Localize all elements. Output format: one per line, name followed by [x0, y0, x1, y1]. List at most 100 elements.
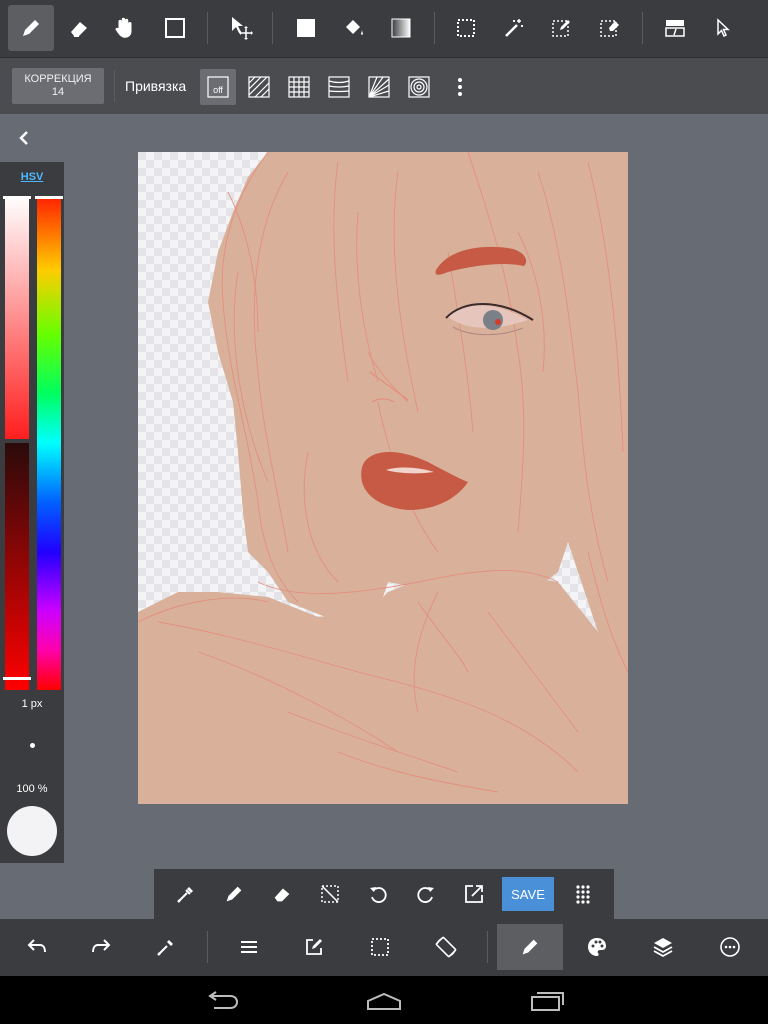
palette-icon: [588, 938, 606, 956]
quick-eraser-button[interactable]: [262, 874, 302, 914]
move-icon: [232, 17, 253, 40]
menu-button[interactable]: [226, 924, 272, 970]
drawing-canvas[interactable]: [138, 152, 628, 804]
snap-radial-button[interactable]: [361, 69, 397, 105]
nav-home-button[interactable]: [360, 986, 408, 1016]
eraser-icon: [274, 888, 290, 902]
undo-icon: [27, 939, 46, 953]
snap-curve-button[interactable]: [321, 69, 357, 105]
fill-rect-tool-button[interactable]: [283, 5, 329, 51]
export-button[interactable]: [454, 874, 494, 914]
saturation-slider[interactable]: [3, 196, 31, 439]
quick-more-button[interactable]: [563, 874, 603, 914]
snap-grid-button[interactable]: [281, 69, 317, 105]
redo-button[interactable]: [78, 924, 124, 970]
eyedropper-icon: [177, 887, 193, 903]
bottom-toolbar: [0, 919, 768, 976]
hsv-tab[interactable]: HSV: [0, 171, 64, 183]
menu-icon: [241, 941, 257, 953]
magic-wand-tool-button[interactable]: [491, 5, 537, 51]
bucket-tool-button[interactable]: [330, 5, 376, 51]
select-pen-tool-button[interactable]: [539, 5, 585, 51]
toolbar-separator: [487, 931, 488, 963]
select-eraser-icon: [600, 20, 619, 37]
settings-button[interactable]: [707, 924, 753, 970]
shape-tool-button[interactable]: [152, 5, 198, 51]
eraser-tool-button[interactable]: [56, 5, 102, 51]
layer-panel-tool-button[interactable]: [652, 5, 698, 51]
artwork[interactable]: [138, 152, 628, 804]
quick-eyedropper-button[interactable]: [166, 874, 206, 914]
pen-tool-button[interactable]: [8, 5, 54, 51]
rotate-screen-button[interactable]: [423, 924, 469, 970]
square-outline-icon: [165, 18, 185, 38]
deselect-icon: [321, 885, 339, 903]
correction-value: 14: [51, 86, 65, 98]
layers-button[interactable]: [640, 924, 686, 970]
select-pen-icon: [552, 20, 570, 37]
brush-size-label: 1 px: [21, 698, 43, 710]
select-eraser-tool-button[interactable]: [587, 5, 633, 51]
eyedropper-button[interactable]: [143, 924, 189, 970]
undo-button[interactable]: [14, 924, 60, 970]
hue-slider[interactable]: [35, 196, 63, 690]
toolbar-separator: [434, 12, 435, 44]
snap-label: Привязка: [125, 78, 187, 94]
snap-parallel-button[interactable]: [241, 69, 277, 105]
snap-circle-button[interactable]: [401, 69, 437, 105]
hand-icon: [115, 17, 132, 38]
color-panel: HSV 1 px 100 %: [0, 162, 64, 863]
move-tool-button[interactable]: [218, 5, 264, 51]
edit-button[interactable]: [291, 924, 337, 970]
rect-select-tool-button[interactable]: [443, 5, 489, 51]
deselect-button[interactable]: [310, 874, 350, 914]
collapse-panel-button[interactable]: [14, 128, 34, 148]
redo-icon: [92, 939, 111, 953]
selection-icon: [371, 938, 389, 956]
hue-handle[interactable]: [35, 196, 63, 199]
bucket-icon: [346, 20, 363, 35]
snap-radial-icon: [368, 76, 390, 98]
toolbar-separator: [642, 12, 643, 44]
value-slider[interactable]: [3, 443, 31, 690]
palette-button[interactable]: [574, 924, 620, 970]
main-toolbar: [0, 0, 768, 57]
brush-size-preview: [30, 743, 35, 748]
quick-pen-button[interactable]: [214, 874, 254, 914]
quick-toolbar: SAVE: [154, 869, 614, 919]
pen-icon: [226, 886, 242, 902]
rotate-right-button[interactable]: [406, 874, 446, 914]
rotate-left-button[interactable]: [358, 874, 398, 914]
save-button[interactable]: SAVE: [502, 877, 554, 911]
toolbar-separator: [207, 12, 208, 44]
snap-off-icon: off: [207, 76, 229, 98]
hand-tool-button[interactable]: [102, 5, 148, 51]
brush-options-bar: КОРРЕКЦИЯ 14 Привязка off: [0, 57, 768, 114]
gradient-icon: [391, 18, 411, 38]
shoulders-fill: [138, 572, 628, 804]
dots-grid-icon: [576, 885, 590, 904]
cursor-tool-button[interactable]: [700, 5, 746, 51]
snap-off-text: off: [213, 85, 223, 95]
selection-button[interactable]: [357, 924, 403, 970]
back-icon: [208, 991, 239, 1009]
pen-icon: [23, 20, 39, 36]
value-handle[interactable]: [3, 677, 31, 680]
nav-recent-apps-button[interactable]: [523, 986, 571, 1016]
toolbar-separator: [272, 12, 273, 44]
fill-square-icon: [297, 19, 315, 37]
saturation-handle[interactable]: [3, 196, 31, 199]
nav-back-button[interactable]: [198, 986, 246, 1016]
snap-parallel-icon: [248, 76, 270, 98]
layers-icon: [653, 938, 673, 958]
snap-off-button[interactable]: off: [200, 69, 236, 105]
snap-curve-icon: [328, 76, 350, 98]
settings-icon: [720, 937, 740, 957]
gradient-tool-button[interactable]: [378, 5, 424, 51]
brush-button[interactable]: [497, 924, 563, 970]
current-color-swatch[interactable]: [7, 806, 57, 856]
correction-button[interactable]: КОРРЕКЦИЯ 14: [12, 68, 104, 104]
toolbar-separator: [114, 70, 115, 102]
more-options-button[interactable]: [442, 69, 478, 105]
correction-label: КОРРЕКЦИЯ: [24, 73, 92, 85]
